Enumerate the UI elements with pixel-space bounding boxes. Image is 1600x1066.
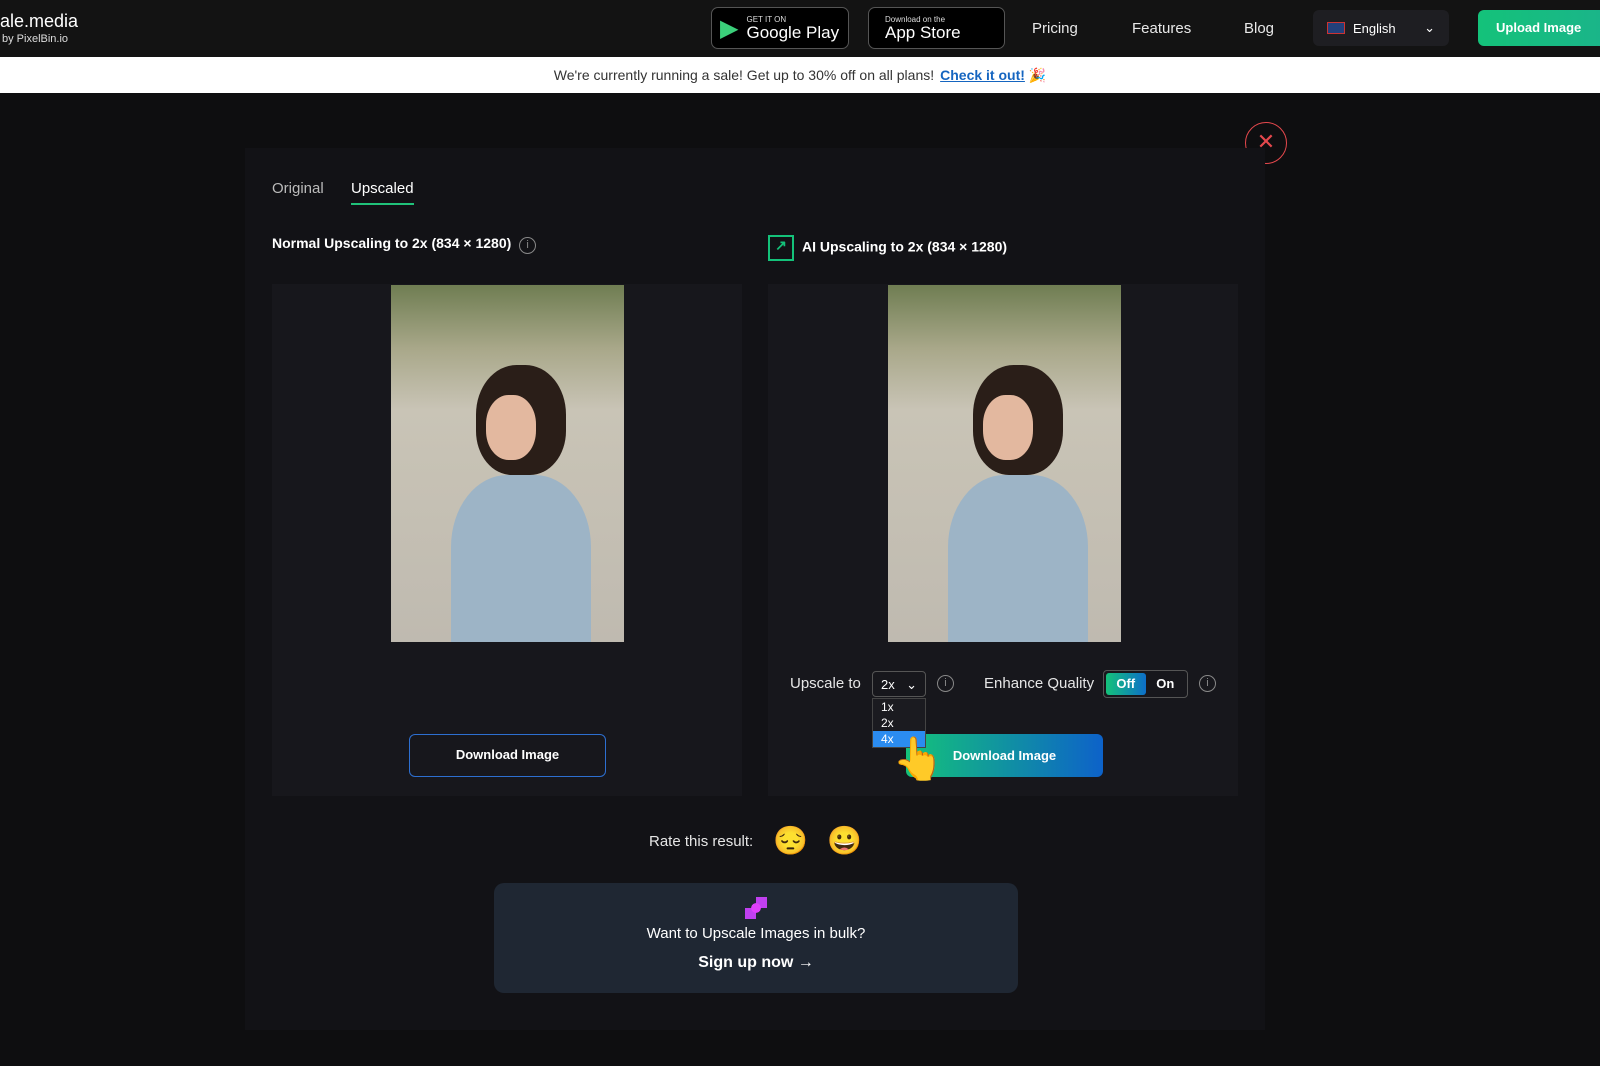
language-select[interactable]: English ⌄ bbox=[1313, 10, 1449, 46]
logo-subtitle: by PixelBin.io bbox=[2, 33, 69, 45]
option-2x[interactable]: 2x bbox=[873, 715, 925, 731]
upscale-to-label: Upscale to bbox=[790, 675, 861, 692]
pixelbin-icon bbox=[745, 897, 767, 919]
toggle-off[interactable]: Off bbox=[1106, 673, 1146, 695]
ai-title-text: AI Upscaling to 2x (834 × 1280) bbox=[802, 238, 1008, 255]
normal-upscaled-image bbox=[391, 285, 624, 642]
google-play-icon: ▶ bbox=[720, 14, 739, 42]
chevron-down-icon: ⌄ bbox=[906, 677, 917, 692]
nav-features[interactable]: Features bbox=[1132, 20, 1191, 37]
nav-pricing[interactable]: Pricing bbox=[1032, 20, 1078, 37]
hand-cursor-icon: 👆 bbox=[892, 735, 945, 782]
normal-upscale-title: Normal Upscaling to 2x (834 × 1280) i bbox=[272, 235, 537, 254]
app-store-label: App Store bbox=[885, 23, 961, 42]
app-store-button[interactable]: Download on the App Store bbox=[868, 7, 1005, 49]
logo[interactable]: ale.media bbox=[0, 11, 78, 32]
google-play-button[interactable]: ▶ GET IT ON Google Play bbox=[711, 7, 849, 49]
bulk-upscale-card: Want to Upscale Images in bulk? Sign up … bbox=[494, 883, 1018, 993]
sale-banner: We're currently running a sale! Get up t… bbox=[0, 57, 1600, 93]
header: ale.media by PixelBin.io ▶ GET IT ON Goog… bbox=[0, 0, 1600, 57]
enhance-quality-toggle[interactable]: Off On bbox=[1103, 670, 1188, 698]
banner-text: We're currently running a sale! Get up t… bbox=[553, 67, 935, 83]
info-icon[interactable]: i bbox=[519, 237, 537, 254]
tab-original[interactable]: Original bbox=[272, 180, 324, 203]
upscale-icon: ↗ bbox=[768, 235, 794, 261]
sad-emoji-button[interactable]: 😔 bbox=[773, 824, 808, 857]
language-label: English bbox=[1353, 20, 1396, 36]
upscale-select[interactable]: 2x ⌄ bbox=[872, 671, 926, 697]
ai-upscale-title: ↗ AI Upscaling to 2x (834 × 1280) bbox=[768, 235, 1007, 261]
ai-upscaled-image bbox=[888, 285, 1121, 642]
toggle-on[interactable]: On bbox=[1146, 673, 1186, 695]
upscale-value: 2x bbox=[881, 677, 895, 692]
party-icon: 🎉 bbox=[1028, 67, 1047, 83]
upload-image-button[interactable]: Upload Image bbox=[1478, 10, 1600, 46]
google-play-label: Google Play bbox=[746, 23, 840, 42]
upscale-info-icon[interactable]: i bbox=[937, 675, 954, 692]
download-normal-button[interactable]: Download Image bbox=[409, 734, 606, 777]
happy-emoji-button[interactable]: 😀 bbox=[827, 824, 862, 857]
rate-label: Rate this result: bbox=[649, 833, 754, 850]
uk-flag-icon bbox=[1327, 22, 1345, 34]
sign-up-link[interactable]: Sign up now → bbox=[494, 954, 1018, 972]
option-1x[interactable]: 1x bbox=[873, 699, 925, 715]
bulk-text: Want to Upscale Images in bulk? bbox=[646, 925, 866, 942]
nav-blog[interactable]: Blog bbox=[1244, 20, 1274, 37]
enhance-quality-label: Enhance Quality bbox=[984, 675, 1095, 692]
tab-upscaled[interactable]: Upscaled bbox=[351, 180, 414, 205]
enhance-info-icon[interactable]: i bbox=[1199, 675, 1216, 692]
chevron-down-icon: ⌄ bbox=[1424, 20, 1435, 35]
check-it-out-link[interactable]: Check it out! bbox=[940, 67, 1025, 83]
normal-title-text: Normal Upscaling to 2x (834 × 1280) bbox=[272, 235, 512, 251]
